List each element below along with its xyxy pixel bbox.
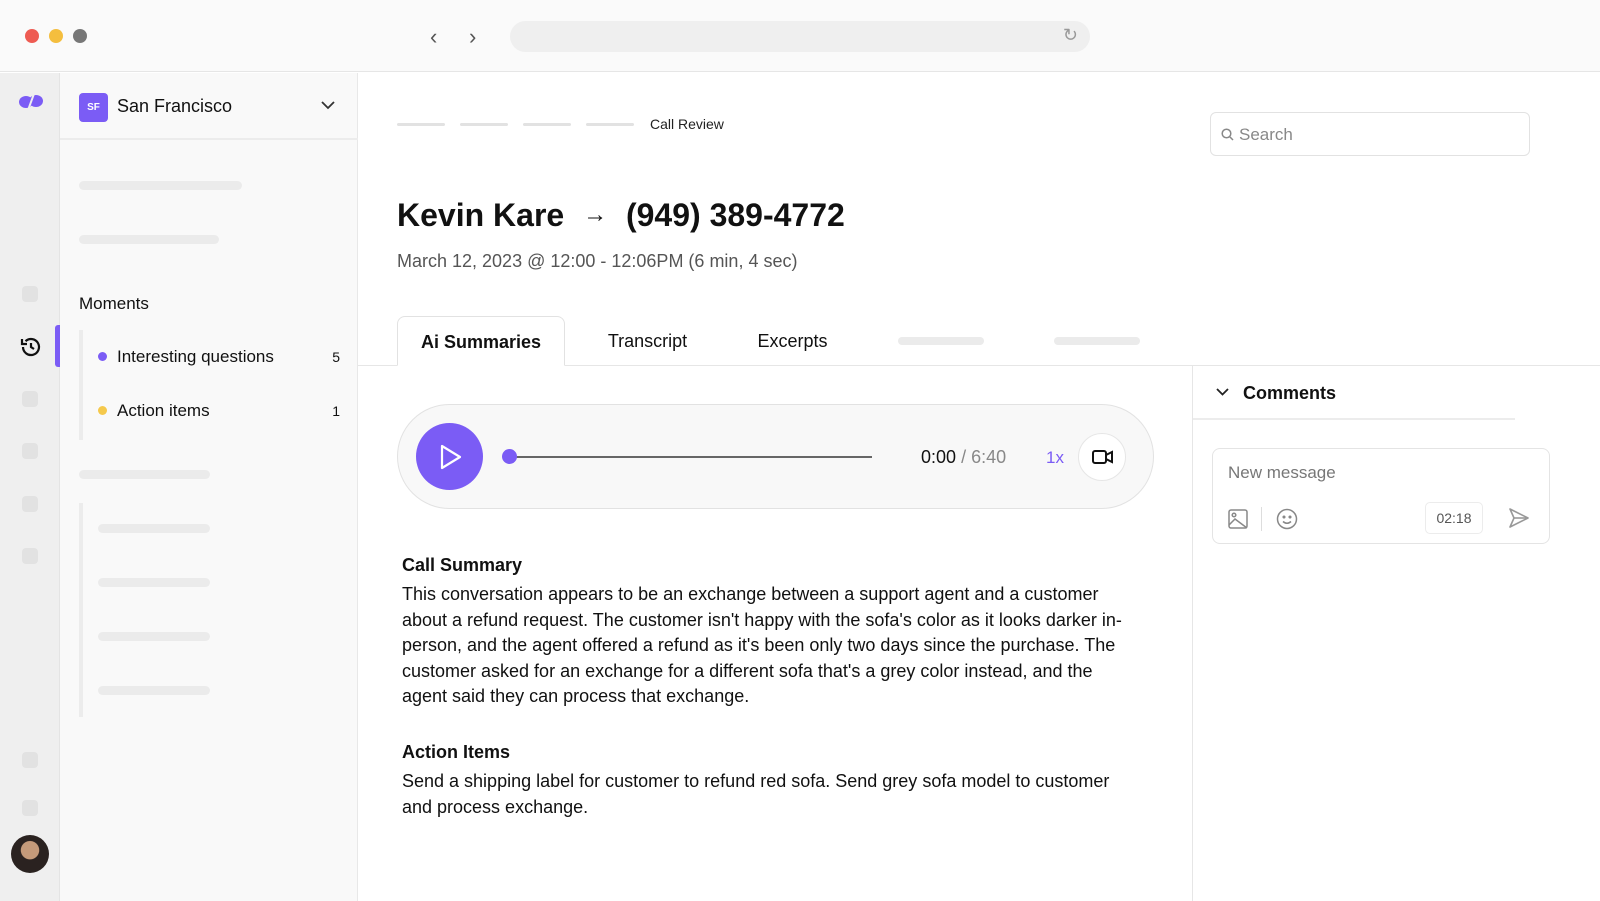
purple-dot-icon [98,352,107,361]
workspace-name: San Francisco [117,96,233,116]
moment-item-interesting-questions[interactable]: Interesting questions 5 [98,345,348,371]
minimize-window-button[interactable] [49,29,63,43]
divider [79,330,83,440]
caller-name: Kevin Kare [397,197,565,233]
callee-number: (949) 389-4772 [625,197,845,233]
moments-heading: Moments [79,294,149,313]
comments-panel: Comments New message 02:18 [1193,366,1600,901]
new-message-box: New message 02:18 [1212,448,1550,544]
current-time: 0:00 [921,447,957,467]
close-window-button[interactable] [25,29,39,43]
moment-count: 1 [332,403,340,419]
divider [79,503,83,717]
video-camera-icon [1092,450,1113,464]
logo-icon [19,93,43,111]
arrow-right-icon: → [583,201,608,228]
nav-item-placeholder[interactable] [22,548,38,564]
speed-button[interactable]: 1x [1046,448,1064,468]
play-icon [440,444,462,470]
sidebar: SF San Francisco Moments Interesting que… [60,73,358,901]
nav-item-placeholder[interactable] [22,752,38,768]
action-items-heading: Action Items [402,742,511,762]
audio-player: 0:00 / 6:40 1x [397,404,1154,509]
action-items-section: Action Items Send a shipping label for c… [402,742,1142,820]
summary-body: This conversation appears to be an excha… [402,584,1122,706]
placeholder-bar [79,181,242,190]
moment-label: Action items [117,401,210,420]
breadcrumb-item[interactable] [586,123,634,126]
yellow-dot-icon [98,406,107,415]
placeholder-bar [98,578,210,587]
breadcrumb-item[interactable] [460,123,508,126]
tab-placeholder[interactable] [1054,337,1140,345]
tab-excerpts[interactable]: Excerpts [740,316,845,366]
progress-thumb[interactable] [502,449,517,464]
maximize-window-button[interactable] [73,29,87,43]
action-items-body: Send a shipping label for customer to re… [402,771,1110,817]
moment-count: 5 [332,349,340,365]
message-input[interactable]: New message [1228,463,1336,483]
placeholder-bar [79,235,219,244]
nav-item-placeholder[interactable] [22,443,38,459]
history-icon[interactable] [19,335,43,359]
send-icon[interactable] [1508,507,1530,529]
avatar[interactable] [11,835,49,873]
comments-title: Comments [1243,383,1337,403]
summary-heading: Call Summary [402,555,523,575]
image-icon[interactable] [1228,509,1248,529]
back-icon[interactable]: ‹ [430,24,437,50]
address-bar[interactable]: ↻ [510,21,1090,52]
breadcrumb-current: Call Review [650,116,724,132]
nav-item-placeholder[interactable] [22,800,38,816]
icon-rail [0,73,60,901]
forward-icon[interactable]: › [469,24,476,50]
nav-item-placeholder[interactable] [22,496,38,512]
placeholder-bar [79,470,210,479]
placeholder-bar [98,524,210,533]
nav-item-placeholder[interactable] [22,286,38,302]
video-button[interactable] [1078,433,1126,481]
progress-track[interactable] [510,456,872,458]
chevron-down-icon[interactable] [321,101,335,110]
call-summary-section: Call Summary This conversation appears t… [402,555,1142,710]
placeholder-bar [98,632,210,641]
placeholder-bar [98,686,210,695]
search-icon [1221,128,1234,141]
page-title: Kevin Kare → (949) 389-4772 [397,197,845,234]
timestamp-chip[interactable]: 02:18 [1425,502,1483,534]
nav-item-placeholder[interactable] [22,391,38,407]
emoji-icon[interactable] [1276,508,1298,530]
search-input[interactable]: Search [1210,112,1530,156]
moment-label: Interesting questions [117,347,274,366]
time-display: 0:00 / 6:40 [921,447,1006,468]
comments-header[interactable]: Comments [1193,366,1515,420]
tab-transcript[interactable]: Transcript [590,316,705,366]
tab-placeholder[interactable] [898,337,984,345]
play-button[interactable] [416,423,483,490]
search-placeholder: Search [1239,125,1293,144]
chevron-down-icon [1216,388,1229,396]
breadcrumb-item[interactable] [523,123,571,126]
moment-item-action-items[interactable]: Action items 1 [98,399,348,425]
breadcrumb-item[interactable] [397,123,445,126]
reload-icon[interactable]: ↻ [1063,25,1078,46]
browser-titlebar: ‹ › ↻ [0,0,1600,72]
total-time: / 6:40 [961,447,1007,467]
workspace-switcher[interactable]: SF San Francisco [60,73,358,140]
call-meta: March 12, 2023 @ 12:00 - 12:06PM (6 min,… [397,251,798,271]
toolbar-divider [1261,507,1262,531]
tab-ai-summaries[interactable]: Ai Summaries [397,316,565,366]
workspace-badge: SF [79,93,108,122]
